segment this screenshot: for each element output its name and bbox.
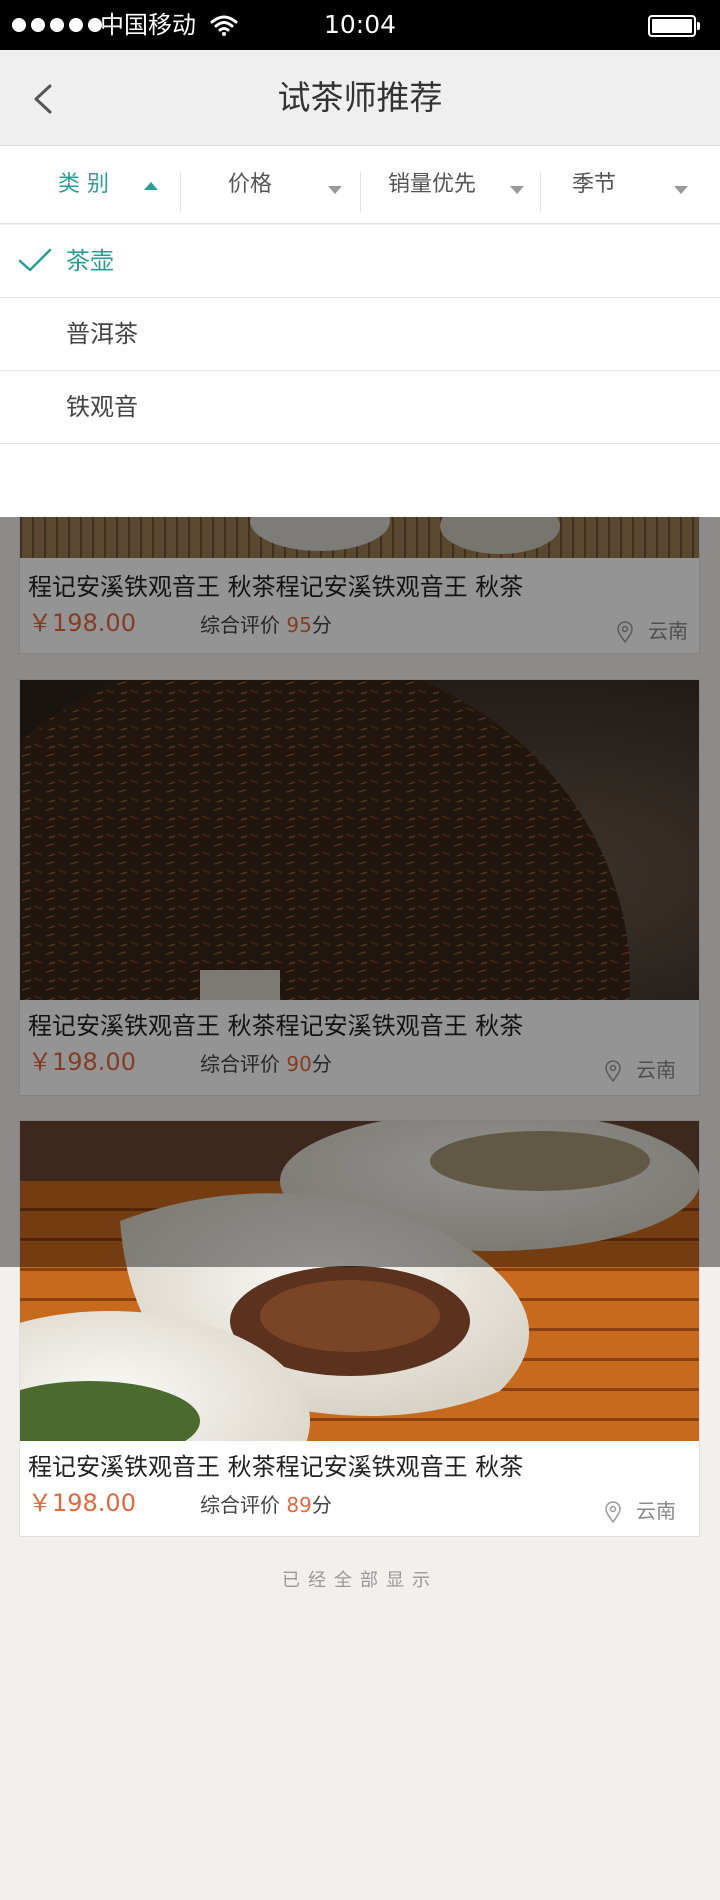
dropdown-option-tieguanyin[interactable]: 铁观音 (0, 371, 720, 444)
filter-category[interactable]: 类 别 (0, 146, 180, 224)
product-location: 云南 (636, 1499, 676, 1523)
page-title: 试茶师推荐 (277, 78, 443, 117)
dropdown-option-label: 普洱茶 (66, 320, 138, 348)
filter-season-label: 季节 (572, 172, 617, 197)
category-dropdown: 茶壶 普洱茶 铁观音 (0, 225, 720, 517)
dropdown-backdrop[interactable] (0, 517, 720, 1267)
status-time: 10:04 (323, 10, 397, 39)
filter-bar: 类 别 价格 销量优先 季节 (0, 146, 720, 224)
rating-prefix: 综合评价 (200, 1493, 287, 1517)
page: 中国移动 10:04 试茶师推荐 类 别 价格 销量优先 季节 茶壶 普洱茶 铁… (0, 0, 720, 1900)
status-bar: 中国移动 10:04 (0, 0, 720, 50)
location-pin-icon (605, 1501, 621, 1523)
product-price: ￥198.00 (28, 1489, 136, 1517)
arrow-down-icon (674, 186, 688, 194)
filter-sales[interactable]: 销量优先 (360, 146, 540, 224)
dropdown-option-label: 铁观音 (66, 393, 138, 421)
arrow-down-icon (510, 186, 524, 194)
dropdown-option-puer[interactable]: 普洱茶 (0, 298, 720, 371)
nav-bar: 试茶师推荐 (0, 50, 720, 146)
dropdown-option-teapot[interactable]: 茶壶 (0, 225, 720, 298)
product-title: 程记安溪铁观音王 秋茶程记安溪铁观音王 秋茶 (28, 1453, 524, 1481)
dropdown-option-label: 茶壶 (66, 247, 114, 275)
filter-sales-label: 销量优先 (388, 172, 477, 197)
arrow-down-icon (328, 186, 342, 194)
rating-score: 89 (286, 1493, 312, 1517)
end-of-list-text: 已经全部显示 (282, 1570, 438, 1591)
filter-season[interactable]: 季节 (540, 146, 720, 224)
rating-suffix: 分 (311, 1493, 332, 1517)
filter-price[interactable]: 价格 (180, 146, 360, 224)
filter-category-label: 类 别 (58, 172, 109, 197)
battery-icon (648, 15, 700, 37)
arrow-up-icon (144, 182, 158, 190)
product-rating: 综合评价 89分 (200, 1491, 332, 1519)
check-icon (18, 248, 52, 272)
filter-price-label: 价格 (228, 172, 273, 197)
